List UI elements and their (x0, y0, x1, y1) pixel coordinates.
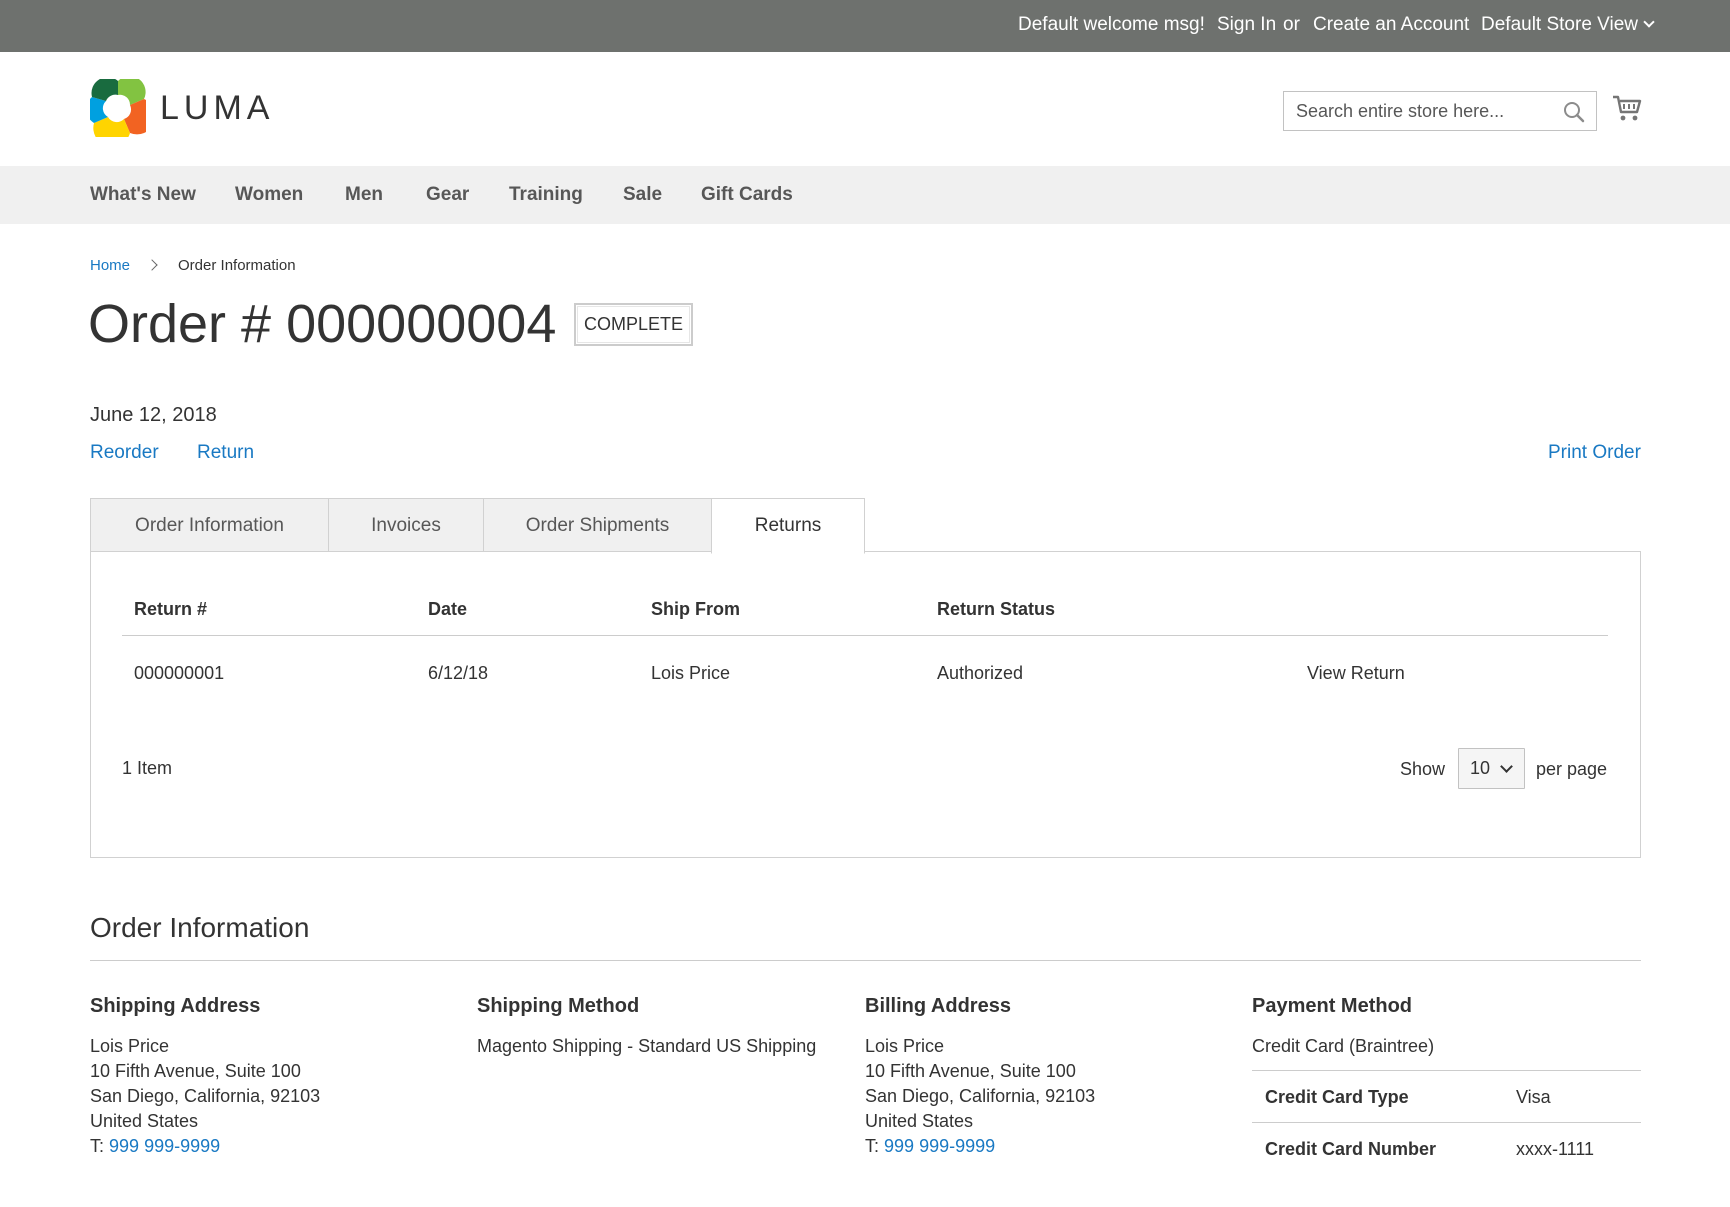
shipping-address: Lois Price 10 Fifth Avenue, Suite 100 Sa… (90, 1034, 320, 1159)
create-account-link[interactable]: Create an Account (1313, 12, 1469, 38)
shipping-address-title: Shipping Address (90, 995, 261, 1017)
status-badge: COMPLETE (574, 303, 693, 346)
welcome-message: Default welcome msg! (1018, 14, 1205, 35)
billing-phone-line: T: 999 999-9999 (865, 1134, 1095, 1159)
panel-header: Default welcome msg! Sign In or Create a… (0, 0, 1730, 52)
search-input[interactable] (1284, 92, 1554, 130)
credit-card-type-value: Visa (1516, 1087, 1551, 1107)
credit-card-type-label: Credit Card Type (1265, 1087, 1409, 1107)
cart-icon[interactable] (1612, 93, 1642, 123)
reorder-link[interactable]: Reorder (90, 440, 159, 466)
toolbar-item-count: 1 Item (122, 758, 173, 778)
store-view-label: Default Store View (1481, 14, 1639, 35)
table-header-divider (122, 635, 1608, 636)
cell-return-number: 000000001 (134, 663, 225, 683)
payment-method-title: Payment Method (1252, 995, 1413, 1017)
logo[interactable]: LUMA (90, 79, 274, 137)
print-order-link[interactable]: Print Order (1548, 440, 1641, 466)
cell-return-status: Authorized (937, 663, 1024, 683)
per-page-value: 10 (1470, 758, 1491, 778)
payment-method-value: Credit Card (Braintree) (1252, 1036, 1435, 1056)
limiter-per-page-label: per page (1536, 759, 1608, 779)
limiter-show-label: Show (1400, 759, 1446, 779)
luma-logo-icon (90, 79, 146, 137)
shipping-phone-link[interactable]: 999 999-9999 (109, 1136, 220, 1156)
order-date: June 12, 2018 (90, 404, 217, 426)
main-navigation: What's New Women Men Gear Training Sale … (0, 166, 1730, 224)
tab-order-shipments[interactable]: Order Shipments (483, 498, 712, 553)
sign-in-link[interactable]: Sign In (1217, 12, 1276, 38)
column-header-ship-from: Ship From (651, 599, 740, 619)
cell-date: 6/12/18 (428, 663, 489, 683)
shipping-name: Lois Price (90, 1036, 170, 1056)
breadcrumb-home[interactable]: Home (90, 257, 130, 274)
nav-item-women[interactable]: Women (235, 183, 303, 207)
store-view-switcher[interactable]: Default Store View (1481, 12, 1655, 38)
tab-invoices[interactable]: Invoices (328, 498, 484, 553)
order-information-divider (90, 960, 1641, 961)
nav-item-sale[interactable]: Sale (623, 183, 662, 207)
chevron-down-icon (1643, 16, 1655, 28)
chevron-down-icon (1500, 760, 1513, 773)
nav-item-gear[interactable]: Gear (426, 183, 469, 207)
breadcrumb-current: Order Information (178, 257, 296, 274)
view-return-link[interactable]: View Return (1307, 661, 1405, 685)
billing-address: Lois Price 10 Fifth Avenue, Suite 100 Sa… (865, 1034, 1095, 1159)
page-title: Order # 000000004 (88, 294, 557, 354)
billing-name: Lois Price (865, 1036, 945, 1056)
payment-divider (1252, 1122, 1641, 1123)
search-box (1283, 91, 1597, 131)
cell-ship-from: Lois Price (651, 663, 731, 683)
nav-item-training[interactable]: Training (509, 183, 583, 207)
shipping-method-title: Shipping Method (477, 995, 640, 1017)
billing-street: 10 Fifth Avenue, Suite 100 (865, 1061, 1076, 1081)
nav-item-gift-cards[interactable]: Gift Cards (701, 183, 793, 207)
shipping-method-value: Magento Shipping - Standard US Shipping (477, 1036, 817, 1056)
tab-order-information[interactable]: Order Information (90, 498, 329, 553)
column-header-date: Date (428, 599, 468, 619)
chevron-right-icon (146, 259, 158, 271)
billing-city: San Diego, California, 92103 (865, 1086, 1096, 1106)
or-text: or (1283, 14, 1300, 35)
nav-item-men[interactable]: Men (345, 183, 383, 207)
shipping-phone-prefix: T: (90, 1136, 105, 1156)
returns-panel (90, 551, 1641, 858)
breadcrumb: Home Order Information (90, 255, 296, 277)
nav-item-whats-new[interactable]: What's New (90, 183, 196, 207)
search-icon[interactable] (1562, 100, 1586, 124)
column-header-return-status: Return Status (937, 599, 1056, 619)
order-information-title: Order Information (90, 912, 310, 943)
column-header-return-number: Return # (134, 599, 208, 619)
billing-country: United States (865, 1111, 974, 1131)
credit-card-number-value: xxxx-1111 (1516, 1139, 1595, 1159)
return-link[interactable]: Return (197, 440, 254, 466)
shipping-street: 10 Fifth Avenue, Suite 100 (90, 1061, 301, 1081)
credit-card-number-label: Credit Card Number (1265, 1139, 1437, 1159)
billing-address-title: Billing Address (865, 995, 1011, 1017)
shipping-phone-line: T: 999 999-9999 (90, 1134, 320, 1159)
shipping-country: United States (90, 1111, 199, 1131)
payment-divider (1252, 1070, 1641, 1071)
billing-phone-prefix: T: (865, 1136, 880, 1156)
tab-returns[interactable]: Returns (711, 498, 865, 554)
per-page-select[interactable]: 10 (1458, 748, 1525, 789)
billing-phone-link[interactable]: 999 999-9999 (884, 1136, 995, 1156)
shipping-city: San Diego, California, 92103 (90, 1086, 321, 1106)
logo-text: LUMA (160, 88, 275, 127)
